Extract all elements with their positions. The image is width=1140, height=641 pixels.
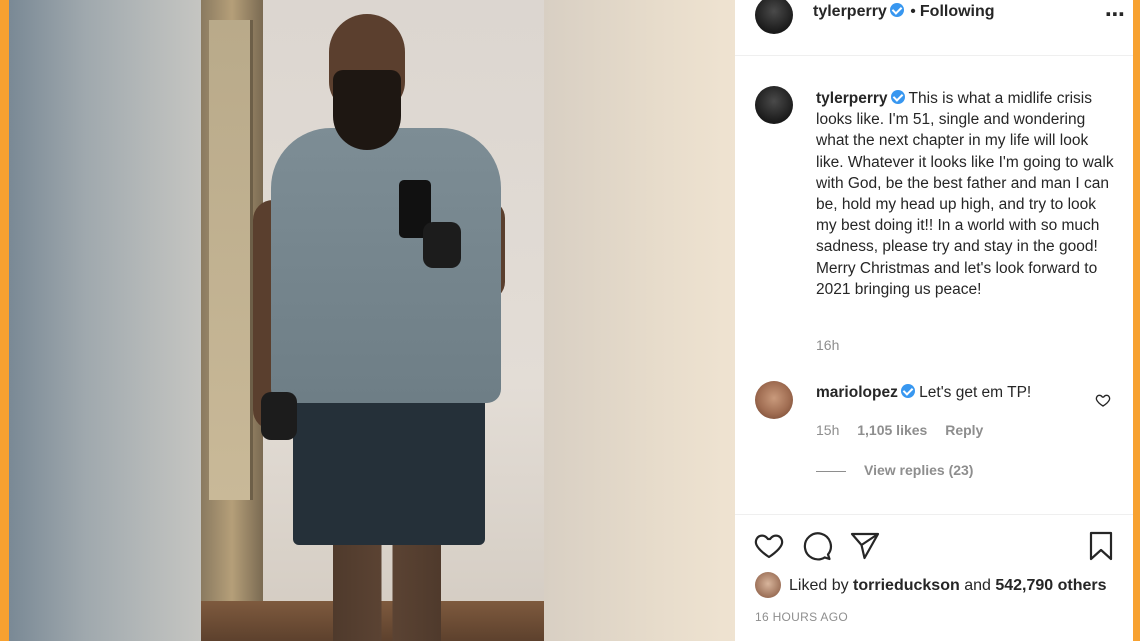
left-accent-border (0, 0, 9, 641)
verified-badge-icon (889, 3, 904, 17)
post-photo[interactable] (201, 0, 544, 641)
liked-by-joiner: and (964, 577, 991, 594)
liked-by-prefix: Liked by (789, 577, 849, 594)
comment-icon[interactable] (801, 530, 833, 562)
photo-person-shirt (271, 128, 501, 403)
replies-divider-line (816, 470, 846, 472)
photo-person-shorts (293, 385, 485, 545)
caption-author-username[interactable]: tylerperry (816, 90, 888, 107)
share-icon[interactable] (849, 530, 881, 562)
author-username[interactable]: tylerperry (813, 3, 887, 20)
commenter-avatar[interactable] (755, 381, 793, 419)
post-header: tylerperry • Following ⋯ (735, 0, 1133, 56)
blurred-background-right (544, 0, 735, 641)
photo-door-glass (209, 20, 253, 500)
comment-likes-count[interactable]: 1,105 likes (857, 422, 927, 438)
header-user-row: tylerperry • Following (813, 3, 995, 21)
more-icon[interactable]: ⋯ (1105, 2, 1126, 27)
blurred-background-left (9, 0, 201, 641)
others-likes-count[interactable]: 542,790 others (995, 577, 1106, 594)
action-bar (753, 530, 1118, 562)
liked-by-summary: Liked by torrieduckson and 542,790 other… (789, 577, 1107, 595)
reply-button[interactable]: Reply (945, 422, 983, 438)
caption-timestamp[interactable]: 16h (816, 337, 839, 353)
photo-glove-left (261, 392, 297, 440)
caption-text: This is what a midlife crisis looks like… (816, 90, 1114, 298)
photo-glove-right (423, 222, 461, 268)
view-replies-button[interactable]: View replies (23) (816, 462, 973, 478)
post-age[interactable]: 16 HOURS AGO (755, 610, 848, 624)
view-replies-label: View replies (23) (864, 462, 974, 478)
verified-badge-icon (900, 384, 915, 398)
comment-meta: 15h 1,105 likes Reply (816, 422, 997, 438)
comment-timestamp[interactable]: 15h (816, 422, 839, 438)
liker-avatar[interactable] (755, 572, 781, 598)
comment-text: Let's get em TP! (919, 384, 1032, 401)
caption-author-avatar[interactable] (755, 86, 793, 124)
verified-badge-icon (890, 90, 905, 104)
comment-like-heart-icon[interactable] (1095, 392, 1111, 408)
right-accent-border (1133, 0, 1140, 641)
author-avatar[interactable] (755, 0, 793, 34)
liker-username[interactable]: torrieduckson (853, 577, 960, 594)
post-caption: tylerperry This is what a midlife crisis… (816, 88, 1116, 300)
heart-icon[interactable] (753, 530, 785, 562)
post-media-area (9, 0, 735, 641)
header-separator: • (910, 3, 916, 20)
actions-divider (735, 514, 1133, 515)
post-panel: tylerperry • Following ⋯ tylerperry This … (735, 0, 1133, 641)
photo-person-beard (333, 70, 401, 150)
comment: mariolopez Let's get em TP! (816, 384, 1031, 402)
following-button[interactable]: Following (920, 3, 995, 20)
commenter-username[interactable]: mariolopez (816, 384, 898, 401)
bookmark-icon[interactable] (1085, 530, 1117, 562)
